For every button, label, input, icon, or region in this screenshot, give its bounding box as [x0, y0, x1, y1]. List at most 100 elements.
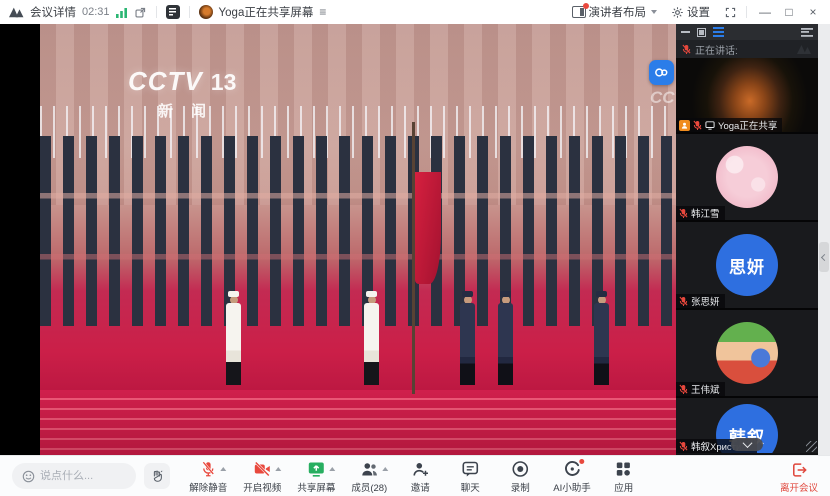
invite-button[interactable]: 邀请 — [403, 459, 437, 494]
apps-grid-icon — [614, 459, 634, 479]
start-video-button[interactable]: 开启视频 — [243, 459, 281, 494]
avatar — [716, 322, 778, 384]
popout-window-icon[interactable] — [134, 6, 147, 19]
chevron-up-icon[interactable] — [220, 467, 226, 471]
participant-namebar: 韩江雪 — [676, 206, 725, 220]
divider — [189, 6, 190, 18]
record-button[interactable]: 录制 — [503, 459, 537, 494]
host-badge-icon — [679, 120, 690, 131]
meeting-float-badge-icon[interactable] — [649, 60, 674, 85]
sidebar-collapse-handle[interactable] — [819, 242, 829, 272]
avatar — [716, 146, 778, 208]
channel-watermark: CCTV — [650, 88, 676, 108]
raise-hand-button[interactable] — [144, 463, 170, 489]
speaker-layout-icon — [572, 6, 586, 18]
unmute-label: 解除静音 — [189, 480, 227, 494]
mic-muted-icon — [679, 296, 688, 307]
participant-tile-wangweibin[interactable]: 王伟斌 — [676, 310, 818, 398]
layout-switch-button[interactable]: 演讲者布局 — [572, 4, 658, 20]
honor-guard-rows — [40, 136, 676, 326]
speaking-label: 正在讲话: — [695, 42, 738, 57]
broadcast-frame: CCTV13 新闻 CCTV — [40, 24, 676, 455]
members-button[interactable]: 成员(28) — [351, 459, 387, 494]
participant-tile-yoga[interactable]: Yoga正在共享 — [676, 58, 818, 134]
participant-name: 韩江雪 — [691, 206, 720, 220]
gallery-view-icon[interactable] — [697, 28, 706, 37]
participant-tile-hanxu[interactable]: 韩叙 韩叙Христиан — [676, 398, 818, 453]
divider — [156, 6, 157, 18]
invite-icon — [410, 459, 430, 479]
sidebar-header — [676, 24, 818, 40]
record-label: 录制 — [511, 480, 530, 494]
app-logo-icon — [8, 5, 24, 19]
sharing-menu-icon[interactable]: ≡ — [319, 6, 326, 18]
participant-tile-zhangsiyan[interactable]: 思妍 张思妍 — [676, 222, 818, 310]
meeting-controls: 解除静音 开启视频 — [189, 459, 640, 494]
leave-meeting-label: 离开会议 — [780, 480, 818, 494]
mic-muted-icon — [679, 208, 688, 219]
red-carpet-steps — [40, 390, 676, 455]
mic-muted-icon — [693, 120, 702, 131]
chat-input[interactable] — [40, 470, 126, 482]
chevron-up-icon[interactable] — [329, 467, 335, 471]
screen-sharing-icon — [705, 121, 715, 130]
mic-muted-icon — [679, 441, 688, 452]
chevron-up-icon[interactable] — [382, 467, 388, 471]
meeting-timer: 02:31 — [82, 6, 110, 18]
camera-off-icon — [252, 459, 272, 479]
ai-assistant-button[interactable]: AI小助手 — [553, 459, 590, 494]
participant-tile-hanjiangxue[interactable]: 韩江雪 — [676, 134, 818, 222]
leave-meeting-button[interactable]: 离开会议 — [780, 459, 818, 494]
maximize-button[interactable]: □ — [780, 5, 798, 19]
bottom-toolbar: 解除静音 开启视频 — [0, 455, 830, 496]
settings-button[interactable]: 设置 — [671, 4, 710, 20]
gear-icon — [671, 6, 684, 19]
expand-panel-icon[interactable] — [801, 28, 813, 37]
guard-navy-1 — [460, 291, 475, 385]
guard-navy-2 — [498, 291, 513, 385]
chevron-up-icon[interactable] — [275, 467, 281, 471]
notification-dot — [583, 3, 589, 9]
docs-app-icon[interactable] — [166, 5, 180, 19]
speaking-indicator-row: 正在讲话: — [676, 40, 818, 58]
close-button[interactable]: × — [804, 5, 822, 19]
members-label: 成员(28) — [351, 480, 387, 494]
channel-logo: CCTV13 — [128, 66, 236, 97]
apps-button[interactable]: 应用 — [607, 459, 641, 494]
participant-name: 张思妍 — [691, 294, 720, 308]
avatar-initials: 思妍 — [729, 253, 765, 278]
avatar: 思妍 — [716, 234, 778, 296]
shared-screen-video: CCTV13 新闻 CCTV — [0, 24, 676, 455]
layout-label: 演讲者布局 — [589, 4, 647, 20]
meeting-details-button[interactable]: 会议详情 — [30, 4, 76, 20]
members-icon — [359, 459, 379, 479]
participant-namebar: 王伟斌 — [676, 382, 725, 396]
flag-bearer-white — [364, 291, 379, 385]
participant-namebar: 张思妍 — [676, 294, 725, 308]
chevron-down-icon — [651, 10, 657, 14]
quick-chat-box[interactable] — [12, 463, 136, 489]
apps-label: 应用 — [614, 480, 633, 494]
collapse-panel-icon[interactable] — [681, 31, 690, 33]
resize-handle[interactable] — [806, 441, 817, 452]
scroll-down-button[interactable] — [731, 438, 763, 451]
unmute-button[interactable]: 解除静音 — [189, 459, 227, 494]
panel-gutter — [818, 24, 830, 455]
invite-label: 邀请 — [411, 480, 430, 494]
chevron-down-icon — [742, 438, 752, 448]
emoji-icon[interactable] — [22, 470, 35, 483]
raise-hand-icon — [150, 469, 164, 483]
guard-navy-3 — [594, 291, 609, 385]
fullscreen-icon[interactable] — [724, 6, 737, 19]
chat-button[interactable]: 聊天 — [453, 459, 487, 494]
notification-dot — [579, 459, 584, 464]
mic-muted-icon — [682, 44, 691, 55]
share-screen-label: 共享屏幕 — [297, 480, 335, 494]
meeting-app-window: 会议详情 02:31 Yoga正在共享屏幕 ≡ 演讲者布局 设置 — [0, 0, 830, 496]
channel-subtitle: 新闻 — [158, 100, 224, 121]
minimize-button[interactable]: — — [756, 5, 774, 19]
share-screen-button[interactable]: 共享屏幕 — [297, 459, 335, 494]
chevron-left-icon — [820, 253, 827, 260]
ai-assistant-label: AI小助手 — [553, 480, 590, 494]
list-view-icon[interactable] — [713, 27, 724, 37]
